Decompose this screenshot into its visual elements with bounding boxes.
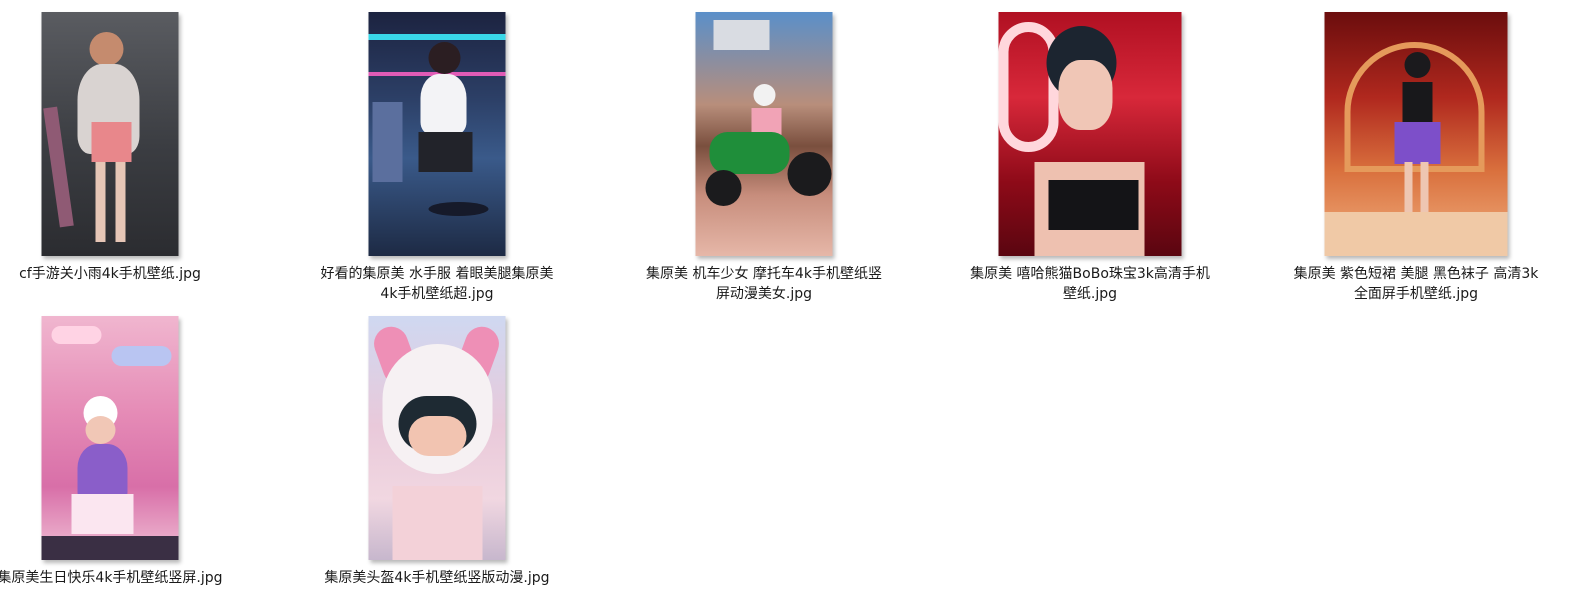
file-item[interactable]: 集原美生日快乐4k手机壁纸竖屏.jpg	[0, 316, 240, 603]
file-explorer-view: cf手游关小雨4k手机壁纸.jpg 好看的集原美 水手服 着眼美腿集原美 4k手…	[0, 0, 1569, 603]
image-thumbnail[interactable]	[368, 316, 506, 560]
file-name-line: 集原美 紫色短裙 美腿 黑色袜子 高清3k	[1293, 266, 1539, 282]
image-thumbnail[interactable]	[41, 316, 179, 560]
thumbnail-frame	[41, 316, 179, 560]
thumbnail-frame	[695, 12, 833, 256]
file-name-line: 好看的集原美 水手服 着眼美腿集原美	[320, 266, 554, 282]
image-thumbnail[interactable]	[368, 12, 506, 256]
file-name-line: 集原美 机车少女 摩托车4k手机壁纸竖	[646, 266, 882, 282]
image-thumbnail[interactable]	[695, 12, 833, 256]
file-name-line: 全面屏手机壁纸.jpg	[1353, 286, 1479, 302]
thumbnail-frame	[1324, 12, 1508, 256]
file-name-line: 集原美生日快乐4k手机壁纸竖屏.jpg	[0, 570, 223, 586]
file-name-line: 屏动漫美女.jpg	[715, 286, 813, 302]
file-item[interactable]: 集原美 机车少女 摩托车4k手机壁纸竖 屏动漫美女.jpg	[634, 12, 894, 312]
file-name-line: 4k手机壁纸超.jpg	[380, 286, 494, 302]
image-thumbnail[interactable]	[998, 12, 1182, 256]
file-name-line: cf手游关小雨4k手机壁纸.jpg	[19, 266, 201, 282]
file-name-line: 集原美 嘻哈熊猫BoBo珠宝3k高清手机	[970, 266, 1210, 282]
image-thumbnail[interactable]	[41, 12, 179, 256]
file-item[interactable]: 集原美头盔4k手机壁纸竖版动漫.jpg	[307, 316, 567, 603]
file-item[interactable]: 集原美 紫色短裙 美腿 黑色袜子 高清3k 全面屏手机壁纸.jpg	[1286, 12, 1546, 312]
file-item[interactable]: 好看的集原美 水手服 着眼美腿集原美 4k手机壁纸超.jpg	[307, 12, 567, 312]
file-name-line: 集原美头盔4k手机壁纸竖版动漫.jpg	[324, 570, 550, 586]
thumbnail-frame	[368, 12, 506, 256]
thumbnail-frame	[41, 12, 179, 256]
thumbnail-frame	[368, 316, 506, 560]
file-name-line: 壁纸.jpg	[1062, 286, 1118, 302]
image-thumbnail[interactable]	[1324, 12, 1508, 256]
file-item[interactable]: cf手游关小雨4k手机壁纸.jpg	[0, 12, 240, 312]
file-item[interactable]: 集原美 嘻哈熊猫BoBo珠宝3k高清手机 壁纸.jpg	[960, 12, 1220, 312]
thumbnail-frame	[998, 12, 1182, 256]
